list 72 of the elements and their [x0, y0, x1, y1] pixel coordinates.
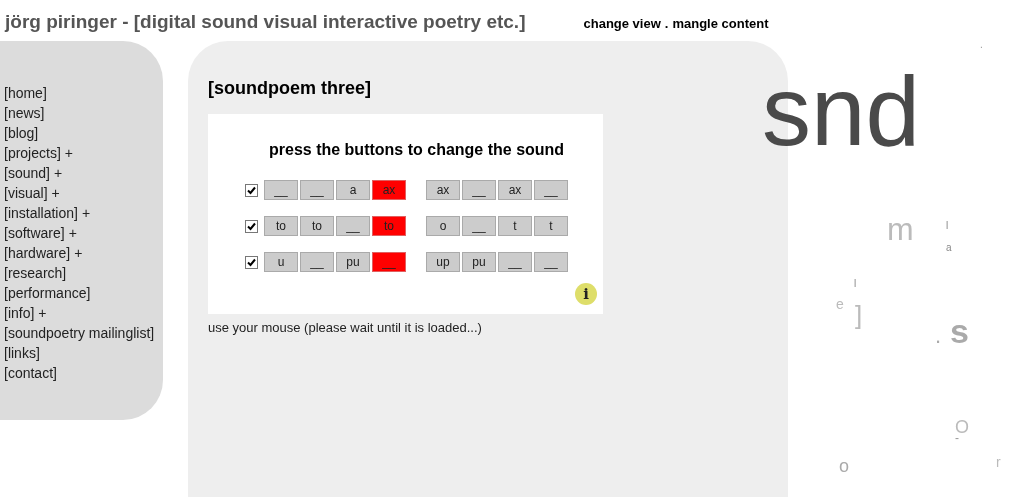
sound-button[interactable]: __ — [300, 180, 334, 200]
row-checkbox[interactable] — [245, 183, 258, 197]
nav-link[interactable]: [news] — [4, 102, 45, 124]
nav-link[interactable]: [soundpoetry mailinglist] — [4, 322, 155, 344]
applet-instruction: press the buttons to change the sound — [269, 140, 566, 160]
sound-button[interactable]: __ — [336, 216, 370, 236]
sound-button[interactable]: t — [498, 216, 532, 236]
row-checkbox[interactable] — [245, 255, 258, 269]
nav-link[interactable]: [visual] — [4, 182, 48, 204]
info-button[interactable]: i — [575, 283, 597, 305]
expand-plus[interactable]: + — [74, 242, 83, 264]
sound-button[interactable]: __ — [534, 252, 568, 272]
sound-button[interactable]: to — [264, 216, 298, 236]
sound-button[interactable]: ax — [498, 180, 532, 200]
floating-letter: r — [996, 455, 1001, 469]
expand-plus[interactable]: + — [51, 182, 60, 204]
nav-link[interactable]: [contact] — [4, 362, 57, 384]
floating-letter: . — [935, 325, 942, 347]
sound-button[interactable]: u — [264, 252, 298, 272]
nav-link[interactable]: [blog] — [4, 122, 39, 144]
sound-button[interactable]: pu — [336, 252, 370, 272]
nav-link[interactable]: [performance] — [4, 282, 91, 304]
floating-letter: a — [946, 243, 952, 253]
change-view-link[interactable]: change view — [583, 14, 661, 34]
sound-button[interactable]: __ — [462, 180, 496, 200]
loading-note: use your mouse (please wait until it is loaded...) — [208, 319, 483, 337]
sound-button[interactable]: to — [300, 216, 334, 236]
sound-button[interactable]: __ — [264, 180, 298, 200]
expand-plus[interactable]: + — [68, 222, 77, 244]
sound-button[interactable]: __ — [372, 252, 406, 272]
sound-button[interactable]: a — [336, 180, 370, 200]
sound-button[interactable]: ax — [426, 180, 460, 200]
nav-link[interactable]: [research] — [4, 262, 67, 284]
page-heading: [soundpoem three] — [208, 77, 372, 100]
check-icon — [247, 185, 256, 195]
floating-letter: e — [836, 297, 844, 311]
row-checkbox[interactable] — [245, 219, 258, 233]
nav-link[interactable]: [info] — [4, 302, 35, 324]
site-title: jörg piringer - [digital sound visual interactive poetry etc.] — [5, 10, 526, 34]
floating-letter: m — [887, 213, 914, 245]
floating-letter: l — [854, 279, 857, 289]
check-icon — [247, 257, 256, 267]
floating-letter: s — [950, 314, 969, 348]
floating-letter: l — [946, 221, 949, 231]
sound-button[interactable]: ax — [372, 180, 406, 200]
check-icon — [247, 221, 256, 231]
floating-letter: . — [980, 40, 983, 50]
nav-link[interactable]: [sound] — [4, 162, 50, 184]
mangle-content-link[interactable]: mangle content — [672, 14, 769, 34]
floating-letter: o — [839, 457, 849, 475]
sound-button[interactable]: t — [534, 216, 568, 236]
expand-plus[interactable]: + — [53, 162, 63, 184]
nav-link[interactable]: [links] — [4, 342, 40, 364]
sound-button[interactable]: pu — [462, 252, 496, 272]
sound-button[interactable]: up — [426, 252, 460, 272]
expand-plus[interactable]: + — [38, 302, 47, 324]
sound-button[interactable]: __ — [462, 216, 496, 236]
sound-button[interactable]: o — [426, 216, 460, 236]
nav-link[interactable]: [home] — [4, 82, 47, 104]
floating-letter: snd — [762, 62, 920, 160]
expand-plus[interactable]: + — [81, 202, 91, 224]
nav-link[interactable]: [projects] — [4, 142, 61, 164]
sound-button[interactable]: __ — [534, 180, 568, 200]
separator: . — [664, 15, 669, 33]
sound-button[interactable]: to — [372, 216, 406, 236]
sound-button[interactable]: __ — [498, 252, 532, 272]
nav-link[interactable]: [hardware] — [4, 242, 71, 264]
nav-link[interactable]: [installation] — [4, 202, 78, 224]
expand-plus[interactable]: + — [64, 142, 73, 164]
nav-link[interactable]: [software] — [4, 222, 65, 244]
floating-letter: ] — [855, 302, 863, 328]
sound-button[interactable]: __ — [300, 252, 334, 272]
